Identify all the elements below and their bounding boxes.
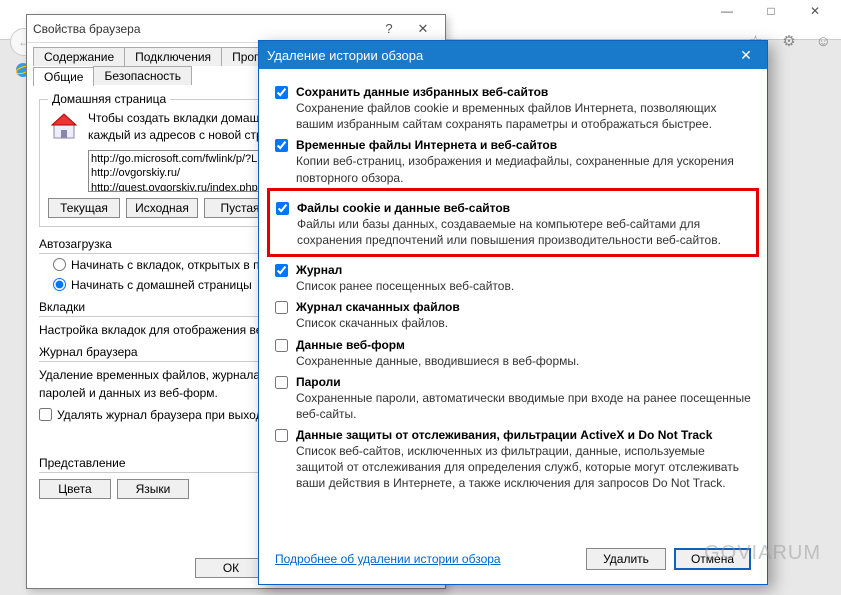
delete-option-checkbox-1[interactable] [275,139,288,152]
delete-option-title: Временные файлы Интернета и веб-сайтов [296,138,751,152]
radio-start-home-input[interactable] [53,278,66,291]
delete-option-1[interactable]: Временные файлы Интернета и веб-сайтовКо… [275,138,751,185]
delete-option-title: Журнал скачанных файлов [296,300,460,314]
delete-option-3[interactable]: ЖурналСписок ранее посещенных веб-сайтов… [275,263,751,294]
feedback-smile-icon[interactable]: ☺ [816,33,831,50]
settings-gear-icon[interactable]: ⚙ [782,32,795,50]
tab-security[interactable]: Безопасность [93,66,192,85]
delete-on-exit-label: Удалять журнал браузера при выходе [57,406,269,424]
delete-option-5[interactable]: Данные веб-формСохраненные данные, вводи… [275,338,751,369]
delete-option-6[interactable]: ПаролиСохраненные пароли, автоматически … [275,375,751,422]
delete-option-title: Журнал [296,263,514,277]
delete-option-4[interactable]: Журнал скачанных файловСписок скачанных … [275,300,751,331]
minimize-button[interactable]: — [707,0,747,22]
delete-option-checkbox-3[interactable] [275,264,288,277]
delete-option-checkbox-4[interactable] [275,301,288,314]
delete-option-desc: Список скачанных файлов. [296,315,460,331]
use-default-button[interactable]: Исходная [126,198,198,218]
delete-option-desc: Список ранее посещенных веб-сайтов. [296,278,514,294]
delete-option-checkbox-5[interactable] [275,339,288,352]
ok-button[interactable]: ОК [195,558,267,578]
radio-start-tabs-input[interactable] [53,258,66,271]
help-button[interactable]: ? [373,19,405,39]
delete-history-dialog: Удаление истории обзора ✕ Сохранить данн… [258,40,768,585]
delete-option-title: Данные веб-форм [296,338,579,352]
delete-option-2[interactable]: Файлы cookie и данные веб-сайтовФайлы ил… [276,201,750,248]
home-icon [48,110,80,142]
dialog-titlebar: Свойства браузера ? ✕ [27,15,445,43]
close-button[interactable]: ✕ [795,0,835,22]
delete-option-0[interactable]: Сохранить данные избранных веб-сайтовСох… [275,85,751,132]
delete-option-desc: Сохраненные пароли, автоматически вводим… [296,390,751,422]
colors-button[interactable]: Цвета [39,479,111,499]
languages-button[interactable]: Языки [117,479,189,499]
delete-on-exit-checkbox[interactable] [39,408,52,421]
delete-option-checkbox-7[interactable] [275,429,288,442]
delete-option-title: Пароли [296,375,751,389]
tab-general[interactable]: Общие [33,67,94,86]
delete-option-title: Данные защиты от отслеживания, фильтраци… [296,428,751,442]
delete-option-title: Сохранить данные избранных веб-сайтов [296,85,751,99]
tab-connections[interactable]: Подключения [124,47,222,66]
delete-dialog-titlebar: Удаление истории обзора ✕ [259,41,767,69]
delete-dialog-body: Сохранить данные избранных веб-сайтовСох… [259,69,767,492]
learn-more-link[interactable]: Подробнее об удалении истории обзора [275,552,501,566]
delete-dialog-footer: Подробнее об удалении истории обзора Уда… [275,548,751,570]
dialog-close-button[interactable]: ✕ [407,19,439,39]
use-current-button[interactable]: Текущая [48,198,120,218]
delete-dialog-title: Удаление истории обзора [267,48,423,63]
radio-start-home-label: Начинать с домашней страницы [71,276,252,294]
delete-option-desc: Сохраненные данные, вводившиеся в веб-фо… [296,353,579,369]
delete-option-desc: Сохранение файлов cookie и временных фай… [296,100,751,132]
delete-option-checkbox-2[interactable] [276,202,289,215]
maximize-button[interactable]: □ [751,0,791,22]
homepage-group-title: Домашняя страница [48,92,170,106]
delete-option-desc: Список веб-сайтов, исключенных из фильтр… [296,443,751,492]
delete-cancel-button[interactable]: Отмена [674,548,751,570]
delete-dialog-close-button[interactable]: ✕ [733,45,759,65]
delete-option-desc: Копии веб-страниц, изображения и медиафа… [296,153,751,185]
window-controls: — □ ✕ [707,0,835,22]
dialog-title: Свойства браузера [33,22,141,36]
delete-option-7[interactable]: Данные защиты от отслеживания, фильтраци… [275,428,751,492]
delete-option-checkbox-6[interactable] [275,376,288,389]
tab-content[interactable]: Содержание [33,47,125,66]
delete-option-desc: Файлы или базы данных, создаваемые на ко… [297,216,750,248]
delete-option-checkbox-0[interactable] [275,86,288,99]
delete-option-title: Файлы cookie и данные веб-сайтов [297,201,750,215]
delete-confirm-button[interactable]: Удалить [586,548,666,570]
